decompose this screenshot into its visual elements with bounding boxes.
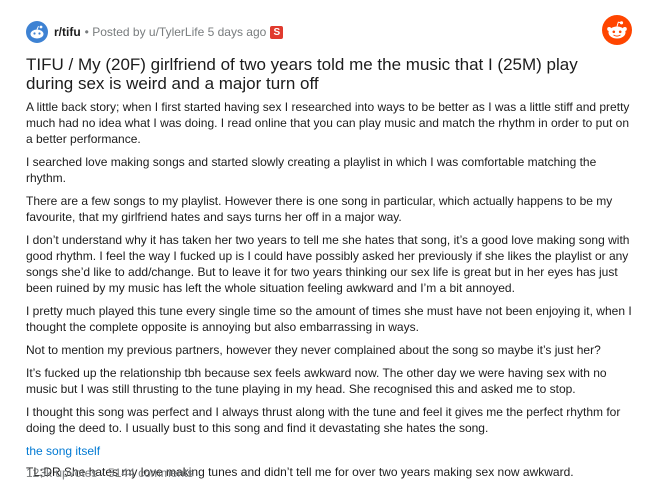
post-paragraph: It’s fucked up the relationship tbh beca… [26, 366, 607, 396]
post-card: r/tifu • Posted by u/TylerLife 5 days ag… [0, 0, 659, 497]
post-paragraph: Not to mention my previous partners, how… [26, 343, 601, 357]
post-body: A little back story; when I first starte… [26, 99, 637, 487]
post-header: r/tifu • Posted by u/TylerLife 5 days ag… [26, 20, 284, 44]
post-paragraph: I searched love making songs and started… [26, 155, 597, 185]
song-link[interactable]: the song itself [26, 443, 637, 459]
status-badge: S [270, 25, 284, 39]
post-paragraph: I don’t understand why it has taken her … [26, 233, 630, 295]
post-meta: • Posted by u/TylerLife 5 days ago [84, 25, 267, 39]
subreddit-icon[interactable] [26, 21, 48, 43]
post-stats: 123k upvotes · 5144 comments [26, 466, 194, 480]
post-title[interactable]: TIFU / My (20F) girlfriend of two years … [26, 55, 629, 93]
post-paragraph: I thought this song was perfect and I al… [26, 405, 621, 435]
post-paragraph: There are a few songs to my playlist. Ho… [26, 194, 613, 224]
post-paragraph: A little back story; when I first starte… [26, 100, 630, 146]
reddit-logo-icon [602, 15, 632, 45]
subreddit-name[interactable]: r/tifu [54, 25, 81, 39]
post-paragraph: I pretty much played this tune every sin… [26, 304, 632, 334]
